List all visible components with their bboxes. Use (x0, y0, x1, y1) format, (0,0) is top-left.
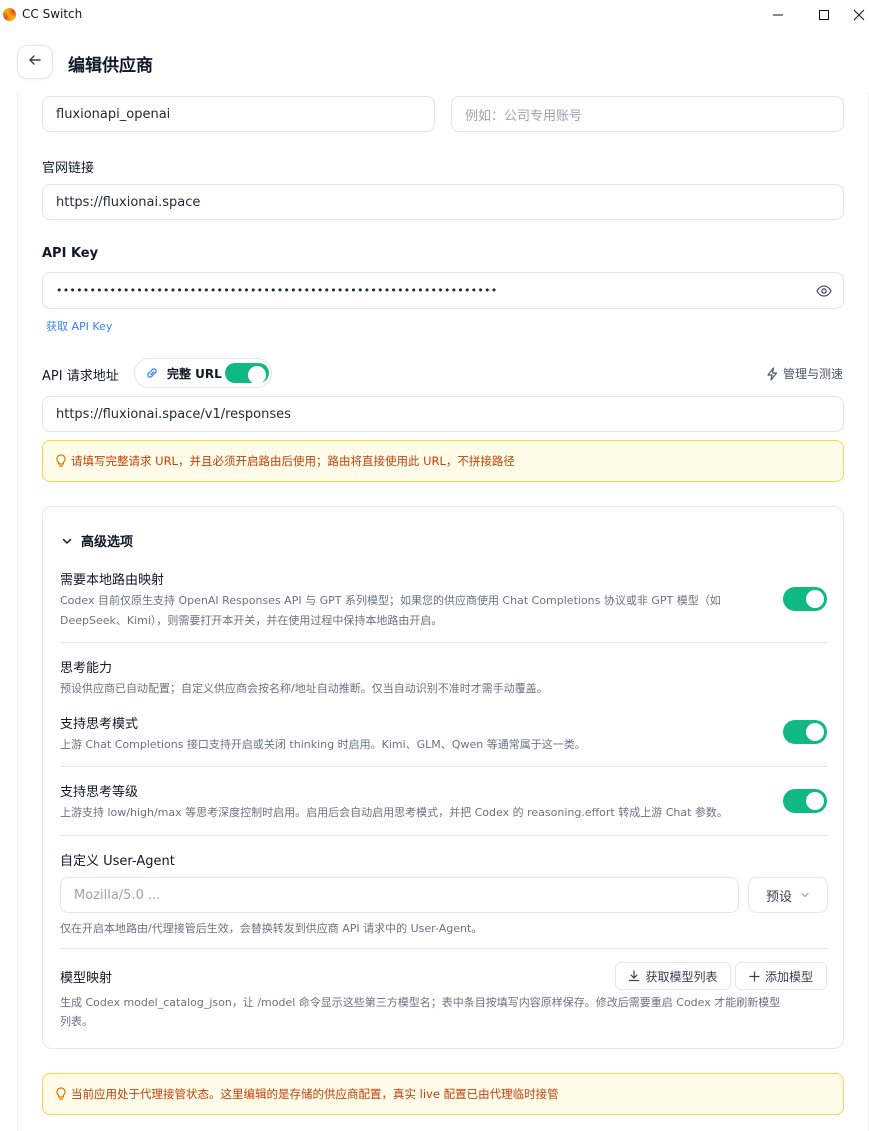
fetch-models-button[interactable]: 获取模型列表 (615, 962, 731, 990)
api-key-label: API Key (42, 246, 99, 261)
model-mapping-desc-line2: 列表。 (60, 1015, 93, 1028)
local-routing-title: 需要本地路由映射 (60, 573, 165, 588)
add-model-label: 添加模型 (764, 969, 813, 984)
full-url-label: 完整 URL (167, 366, 222, 381)
model-mapping-desc-line1: 生成 Codex model_catalog_json，让 /model 命令显… (60, 996, 781, 1009)
chevron-down-icon (800, 890, 810, 900)
model-mapping-title: 模型映射 (60, 971, 113, 986)
link-icon (145, 366, 159, 380)
divider (61, 642, 827, 643)
endpoint-label: API 请求地址 (42, 369, 119, 384)
thinking-level-switch[interactable] (783, 789, 827, 813)
thinking-title: 思考能力 (60, 661, 113, 676)
proxy-notice-text: 当前应用处于代理接管状态。这里编辑的是存储的供应商配置，真实 live 配置已由… (71, 1087, 559, 1101)
window-title: CC Switch (22, 7, 83, 21)
get-api-key-link[interactable]: 获取 API Key (46, 318, 112, 334)
thinking-level-title: 支持思考等级 (60, 785, 139, 800)
fetch-models-label: 获取模型列表 (645, 969, 718, 984)
full-url-notice: 请填写完整请求 URL，并且必须开启路由后使用；路由将直接使用此 URL，不拼接… (42, 440, 844, 482)
lightbulb-icon (55, 454, 67, 468)
advanced-options-title: 高级选项 (81, 535, 134, 550)
thinking-level-desc: 上游支持 low/high/max 等思考深度控制时启用。启用后会自动启用思考模… (60, 806, 728, 819)
full-url-notice-text: 请填写完整请求 URL，并且必须开启路由后使用；路由将直接使用此 URL，不拼接… (71, 454, 515, 468)
divider (61, 766, 827, 767)
advanced-options-toggle[interactable]: 高级选项 (61, 531, 133, 550)
preset-label: 预设 (765, 889, 792, 905)
divider (61, 835, 827, 836)
manage-test-button[interactable]: 管理与测速 (766, 365, 843, 382)
provider-name-input[interactable]: fluxionapi_openai (42, 96, 435, 132)
arrow-left-icon (28, 53, 42, 71)
thinking-desc: 预设供应商已自动配置；自定义供应商会按名称/地址自动推断。仅当自动识别不准时才需… (60, 682, 548, 695)
close-icon[interactable] (849, 0, 869, 30)
endpoint-input[interactable]: https://fluxionai.space/v1/responses (42, 396, 844, 432)
user-agent-title: 自定义 User-Agent (60, 854, 175, 869)
back-button[interactable] (17, 45, 53, 79)
plus-icon (749, 970, 760, 982)
api-key-input[interactable]: ••••••••••••••••••••••••••••••••••••••••… (42, 272, 844, 309)
full-url-switch[interactable] (225, 363, 269, 384)
title-bar: CC Switch (0, 0, 869, 30)
chevron-down-icon (61, 535, 73, 547)
app-logo-icon (3, 8, 16, 21)
page-title: 编辑供应商 (68, 56, 153, 76)
user-agent-input[interactable]: Mozilla/5.0 ... (60, 877, 739, 913)
website-input[interactable]: https://fluxionai.space (42, 184, 844, 220)
full-url-toggle-pill[interactable]: 完整 URL (134, 358, 272, 388)
local-routing-desc-line1: Codex 目前仅原生支持 OpenAI Responses API 与 GPT… (60, 594, 721, 607)
manage-test-label: 管理与测速 (783, 367, 844, 381)
eye-icon[interactable] (816, 284, 832, 302)
add-model-button[interactable]: 添加模型 (735, 962, 827, 990)
user-agent-desc: 仅在开启本地路由/代理接管后生效，会替换转发到供应商 API 请求中的 User… (60, 922, 483, 935)
lightbulb-icon (55, 1087, 67, 1101)
preset-dropdown[interactable]: 预设 (748, 877, 828, 913)
advanced-options-card: 高级选项 需要本地路由映射 Codex 目前仅原生支持 OpenAI Respo… (42, 506, 844, 1049)
thinking-mode-switch[interactable] (783, 720, 827, 744)
local-routing-desc-line2: DeepSeek、Kimi），则需要打开本开关，并在使用过程中保持本地路由开启。 (60, 614, 443, 627)
maximize-icon[interactable] (804, 0, 844, 30)
thinking-mode-title: 支持思考模式 (60, 717, 139, 732)
download-icon (628, 970, 640, 982)
lightning-icon (766, 366, 779, 381)
website-label: 官网链接 (42, 161, 95, 176)
minimize-icon[interactable] (758, 0, 798, 30)
provider-note-input[interactable]: 例如：公司专用账号 (451, 96, 844, 132)
thinking-mode-desc: 上游 Chat Completions 接口支持开启或关闭 thinking 时… (60, 738, 586, 751)
api-key-value: ••••••••••••••••••••••••••••••••••••••••… (56, 284, 498, 297)
local-routing-switch[interactable] (783, 587, 827, 611)
proxy-notice: 当前应用处于代理接管状态。这里编辑的是存储的供应商配置，真实 live 配置已由… (42, 1073, 844, 1115)
divider (61, 948, 827, 949)
